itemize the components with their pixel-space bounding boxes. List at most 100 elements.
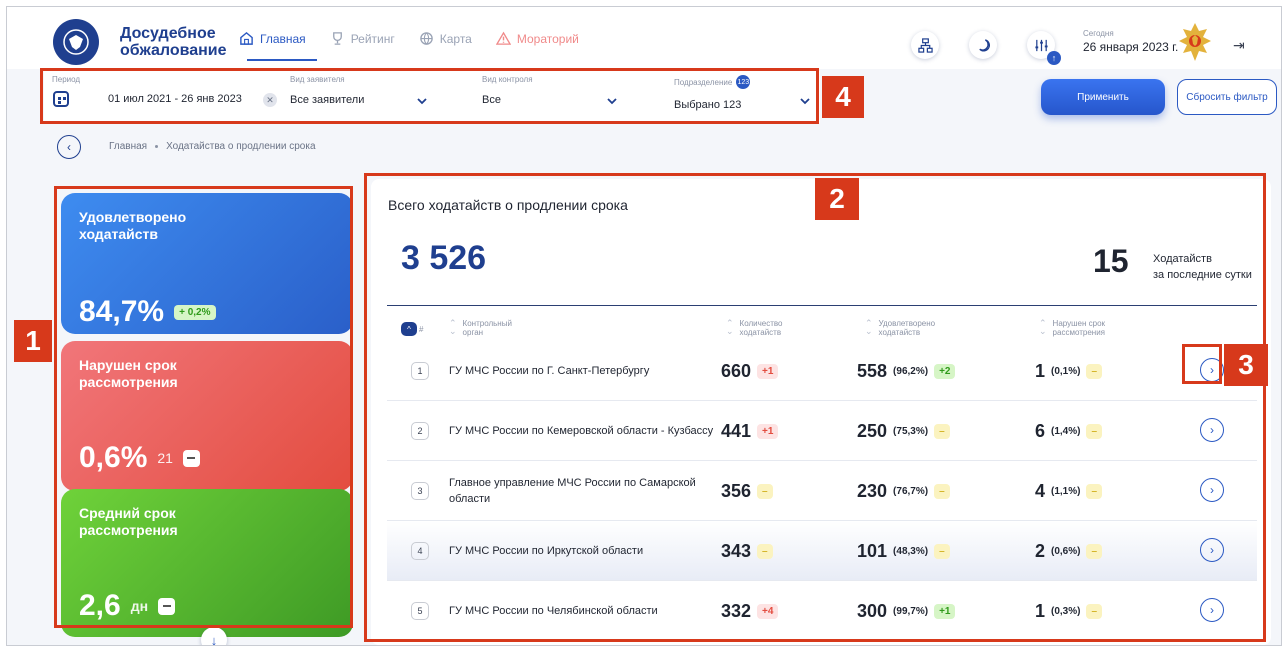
kpi-value-wrap: 0,6% 21 [79,441,200,475]
delta-badge: – [757,544,773,559]
row-count: 441 +1 [721,421,779,442]
table-row[interactable]: 1 ГУ МЧС России по Г. Санкт-Петербургу 6… [387,341,1257,401]
annotation-label-2: 2 [815,178,859,220]
row-satisfied: 101 (48,3%) – [857,541,950,562]
filter-bar: Период 01 июл 2021 - 26 янв 2023 ✕ Вид з… [44,71,820,123]
table-row[interactable]: 5 ГУ МЧС России по Челябинской области 3… [387,581,1257,641]
chevron-right-icon: › [1210,363,1214,377]
chevron-down-icon[interactable] [799,95,811,107]
kpi-value: 2,6 [79,589,121,622]
control-value[interactable]: Все [482,94,533,106]
sort-icon: ⌃ ⌄ [726,318,734,336]
mchs-emblem-icon[interactable] [1177,21,1213,63]
update-badge: ↑ [1047,51,1061,65]
settings-filters-button[interactable]: ↑ [1027,31,1061,65]
row-open-button[interactable]: › [1200,538,1224,562]
delta-badge: – [1086,364,1103,379]
column-org[interactable]: ⌃ ⌄ Контрольный орган [449,318,512,338]
kpi-card-avg-term[interactable]: Средний срок рассмотрения 2,6 дн [61,489,353,637]
chevron-down-icon[interactable] [416,95,428,107]
delta-badge: – [1086,484,1103,499]
control-filter[interactable]: Вид контроля Все [482,75,533,106]
applicant-label: Вид заявителя [290,75,345,84]
row-org: ГУ МЧС России по Иркутской области [449,545,644,557]
table-row[interactable]: 2 ГУ МЧС России по Кемеровской области -… [387,401,1257,461]
nav-item-rating[interactable]: Рейтинг [330,31,395,46]
delta-badge: – [934,544,950,559]
delta-badge: – [757,484,773,499]
applications-panel: Всего ходатайств о продлении срока 3 526… [371,179,1271,645]
kpi-card-satisfied[interactable]: Удовлетворено ходатайств 84,7% + 0,2% [61,193,353,334]
sort-icon: ⌃ ⌄ [1039,318,1047,336]
delta-badge: +1 [757,364,779,379]
kpi-card-violated[interactable]: Нарушен срок рассмотрения 0,6% 21 [61,341,353,491]
kpi-title: Средний срок рассмотрения [79,505,178,538]
applicant-filter[interactable]: Вид заявителя Все заявители [290,75,364,106]
sort-icon: ⌃ ⌄ [865,318,873,336]
row-rank: 4 [411,542,429,560]
chevron-right-icon: › [1210,543,1214,557]
sliders-icon [1034,39,1048,51]
trophy-icon [332,32,342,45]
table-row[interactable]: 4 ГУ МЧС России по Иркутской области 343… [387,521,1257,581]
emblem-logo[interactable] [53,19,99,65]
division-filter[interactable]: Подразделение 123 Выбрано 123 [674,75,751,111]
kpi-unit: дн [130,598,149,614]
kpi-value: 84,7% [79,295,165,328]
annotation-label-1: 1 [14,320,52,362]
row-satisfied: 230 (76,7%) – [857,481,950,502]
column-satisfied[interactable]: ⌃ ⌄ Удовлетворено ходатайств [865,318,935,338]
logout-icon[interactable]: ⇥ [1233,37,1245,54]
row-rank: 1 [411,362,429,380]
sort-icon: ⌃ ⌄ [449,318,457,336]
delta-badge: +2 [934,364,956,379]
period-value-wrap[interactable]: 01 июл 2021 - 26 янв 2023 [108,83,242,105]
annotation-label-3: 3 [1224,344,1268,386]
moon-icon [978,38,990,51]
apply-filter-button[interactable]: Применить [1041,79,1165,115]
active-tab-indicator [247,59,317,61]
eagle-icon [63,29,89,55]
kpi-no-change-badge [182,449,200,467]
period-value[interactable]: 01 июл 2021 - 26 янв 2023 [108,93,242,105]
row-open-button[interactable]: › [1200,418,1224,442]
row-open-button[interactable]: › [1200,598,1224,622]
theme-toggle-button[interactable] [969,31,997,59]
reset-filter-button[interactable]: Сбросить фильтр [1177,79,1277,115]
period-label: Период [52,75,81,84]
nav-item-map[interactable]: Карта [419,31,472,46]
row-count: 343– [721,541,773,562]
division-label: Подразделение 123 [674,75,751,89]
delta-badge: +1 [934,604,956,619]
table-row[interactable]: 3 Главное управление МЧС России по Самар… [387,461,1257,521]
division-value[interactable]: Выбрано 123 [674,99,750,111]
chevron-right-icon: › [1210,483,1214,497]
chevron-down-icon[interactable] [606,95,618,107]
total-count: 3 526 [401,239,487,277]
chevron-up-icon[interactable]: ^ [401,322,417,336]
row-org: ГУ МЧС России по Челябинской области [449,605,658,617]
row-open-button[interactable]: › [1200,478,1224,502]
row-violated: 1 (0,3%) – [1035,601,1103,622]
structure-button[interactable] [911,31,939,59]
calendar-icon[interactable] [53,91,69,107]
delta-badge: – [934,424,950,439]
period-filter[interactable]: Период [52,75,80,84]
breadcrumb-home[interactable]: Главная [109,141,147,152]
nav-item-home[interactable]: Главная [239,31,306,46]
column-count[interactable]: ⌃ ⌄ Количество ходатайств [726,318,783,338]
today-label: Сегодня [1083,29,1114,38]
column-violated[interactable]: ⌃ ⌄ Нарушен срок рассмотрения [1039,318,1105,338]
row-org: ГУ МЧС России по Г. Санкт-Петербургу [449,365,650,377]
applicant-value[interactable]: Все заявители [290,94,364,106]
nav-item-moratorium[interactable]: Мораторий [495,31,579,46]
back-button[interactable]: ‹ [57,135,81,159]
delta-badge: – [934,484,950,499]
column-num[interactable]: ^ # [401,322,423,336]
row-open-button[interactable]: › [1200,358,1224,382]
home-icon [240,31,253,45]
clear-period-icon[interactable]: ✕ [263,93,277,107]
main-nav: Главная Рейтинг Карта Мораторий [239,31,579,46]
row-violated: 2 (0,6%) – [1035,541,1103,562]
scroll-down-button[interactable]: ↓ [201,627,227,645]
